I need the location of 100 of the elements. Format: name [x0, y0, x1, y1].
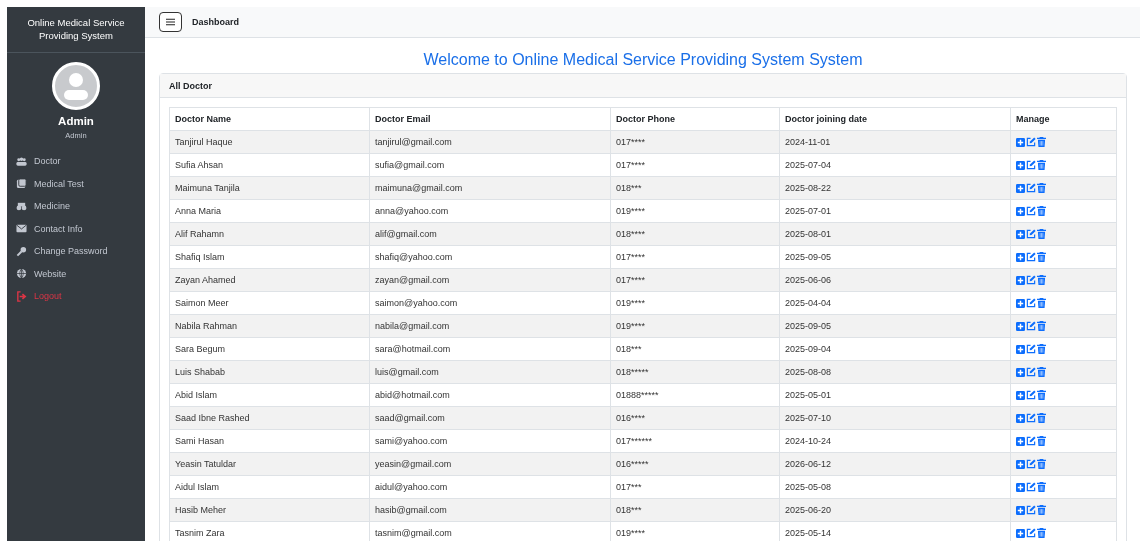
table-cell: 016****	[610, 406, 780, 430]
sidebar-item[interactable]: Medicine	[16, 195, 145, 218]
table-cell: Aidul Islam	[169, 475, 370, 499]
column-header: Manage	[1010, 107, 1117, 131]
table-cell: 018***	[610, 498, 780, 522]
edit-icon[interactable]	[1026, 160, 1036, 171]
table-cell: maimuna@gmail.com	[369, 176, 611, 200]
add-icon[interactable]	[1016, 413, 1025, 423]
add-icon[interactable]	[1016, 206, 1025, 216]
table-cell: 019****	[610, 314, 780, 338]
edit-icon[interactable]	[1026, 390, 1036, 401]
table-cell: Saad Ibne Rashed	[169, 406, 370, 430]
add-icon[interactable]	[1016, 459, 1025, 469]
add-icon[interactable]	[1016, 528, 1025, 538]
edit-icon[interactable]	[1026, 206, 1036, 217]
edit-icon[interactable]	[1026, 229, 1036, 240]
table-cell: Sami Hasan	[169, 429, 370, 453]
column-header: Doctor Name	[169, 107, 370, 131]
add-icon[interactable]	[1016, 390, 1025, 400]
table-cell: 2025-04-04	[779, 291, 1011, 315]
add-icon[interactable]	[1016, 183, 1025, 193]
edit-icon[interactable]	[1026, 321, 1036, 332]
table-cell: Yeasin Tatuldar	[169, 452, 370, 476]
table-cell: shafiq@yahoo.com	[369, 245, 611, 269]
people-icon	[16, 155, 27, 167]
table-cell: 2025-09-05	[779, 314, 1011, 338]
avatar-icon	[52, 62, 100, 110]
table-cell: Sufia Ahsan	[169, 153, 370, 177]
table-cell: 018*****	[610, 360, 780, 384]
binoculars-icon	[16, 200, 27, 212]
add-icon[interactable]	[1016, 137, 1025, 147]
add-icon[interactable]	[1016, 229, 1025, 239]
edit-icon[interactable]	[1026, 436, 1036, 447]
table-cell: 2025-07-10	[779, 406, 1011, 430]
table-cell: 2024-11-01	[779, 130, 1011, 154]
user-name: Admin	[58, 115, 94, 127]
edit-icon[interactable]	[1026, 528, 1036, 539]
table-cell: 017******	[610, 429, 780, 453]
table-cell: Nabila Rahman	[169, 314, 370, 338]
sidebar-item[interactable]: Contact Info	[16, 217, 145, 240]
table-cell: 01888*****	[610, 383, 780, 407]
sidebar-item[interactable]: Medical Test	[16, 172, 145, 195]
table-cell: 2025-09-05	[779, 245, 1011, 269]
table-cell: Abid Islam	[169, 383, 370, 407]
table-cell: 018***	[610, 176, 780, 200]
add-icon[interactable]	[1016, 505, 1025, 515]
table-cell: 017****	[610, 153, 780, 177]
table-cell: 2025-08-22	[779, 176, 1011, 200]
table-cell: tanjirul@gmail.com	[369, 130, 611, 154]
edit-icon[interactable]	[1026, 344, 1036, 355]
sidebar-item[interactable]: Change Password	[16, 240, 145, 263]
table-cell: Zayan Ahamed	[169, 268, 370, 292]
add-icon[interactable]	[1016, 252, 1025, 262]
add-icon[interactable]	[1016, 298, 1025, 308]
edit-icon[interactable]	[1026, 413, 1036, 424]
edit-icon[interactable]	[1026, 298, 1036, 309]
table-cell: Saimon Meer	[169, 291, 370, 315]
table-cell: aidul@yahoo.com	[369, 475, 611, 499]
table-cell: 018***	[610, 337, 780, 361]
sidebar-item[interactable]: Website	[16, 262, 145, 285]
edit-icon[interactable]	[1026, 505, 1036, 516]
table-cell: Shafiq Islam	[169, 245, 370, 269]
table-cell: saimon@yahoo.com	[369, 291, 611, 315]
menu-icon	[166, 18, 175, 26]
add-icon[interactable]	[1016, 436, 1025, 446]
table-cell: 2026-06-12	[779, 452, 1011, 476]
edit-icon[interactable]	[1026, 482, 1036, 493]
table-cell: 2025-07-01	[779, 199, 1011, 223]
add-icon[interactable]	[1016, 482, 1025, 492]
edit-icon[interactable]	[1026, 137, 1036, 148]
table-cell: sara@hotmail.com	[369, 337, 611, 361]
edit-icon[interactable]	[1026, 183, 1036, 194]
add-icon[interactable]	[1016, 275, 1025, 285]
table-cell: luis@gmail.com	[369, 360, 611, 384]
add-icon[interactable]	[1016, 367, 1025, 377]
table-cell: sufia@gmail.com	[369, 153, 611, 177]
column-header: Doctor Phone	[610, 107, 780, 131]
table-cell: abid@hotmail.com	[369, 383, 611, 407]
table-cell: hasib@gmail.com	[369, 498, 611, 522]
table-cell: 016*****	[610, 452, 780, 476]
table-cell: Hasib Meher	[169, 498, 370, 522]
edit-icon[interactable]	[1026, 252, 1036, 263]
edit-icon[interactable]	[1026, 459, 1036, 470]
add-icon[interactable]	[1016, 321, 1025, 331]
add-icon[interactable]	[1016, 344, 1025, 354]
table-cell: 2025-06-20	[779, 498, 1011, 522]
table-cell: 019****	[610, 199, 780, 223]
add-icon[interactable]	[1016, 160, 1025, 170]
table-cell: nabila@gmail.com	[369, 314, 611, 338]
edit-icon[interactable]	[1026, 367, 1036, 378]
table-cell: Sara Begum	[169, 337, 370, 361]
table-cell: saad@gmail.com	[369, 406, 611, 430]
table-cell: anna@yahoo.com	[369, 199, 611, 223]
edit-icon[interactable]	[1026, 275, 1036, 286]
page-title: Dashboard	[192, 17, 239, 27]
table-cell: 2025-05-01	[779, 383, 1011, 407]
table-cell: 2025-08-08	[779, 360, 1011, 384]
card-title: All Doctor	[169, 80, 212, 91]
menu-button[interactable]	[159, 12, 182, 32]
sidebar-item[interactable]: Doctor	[16, 150, 145, 173]
